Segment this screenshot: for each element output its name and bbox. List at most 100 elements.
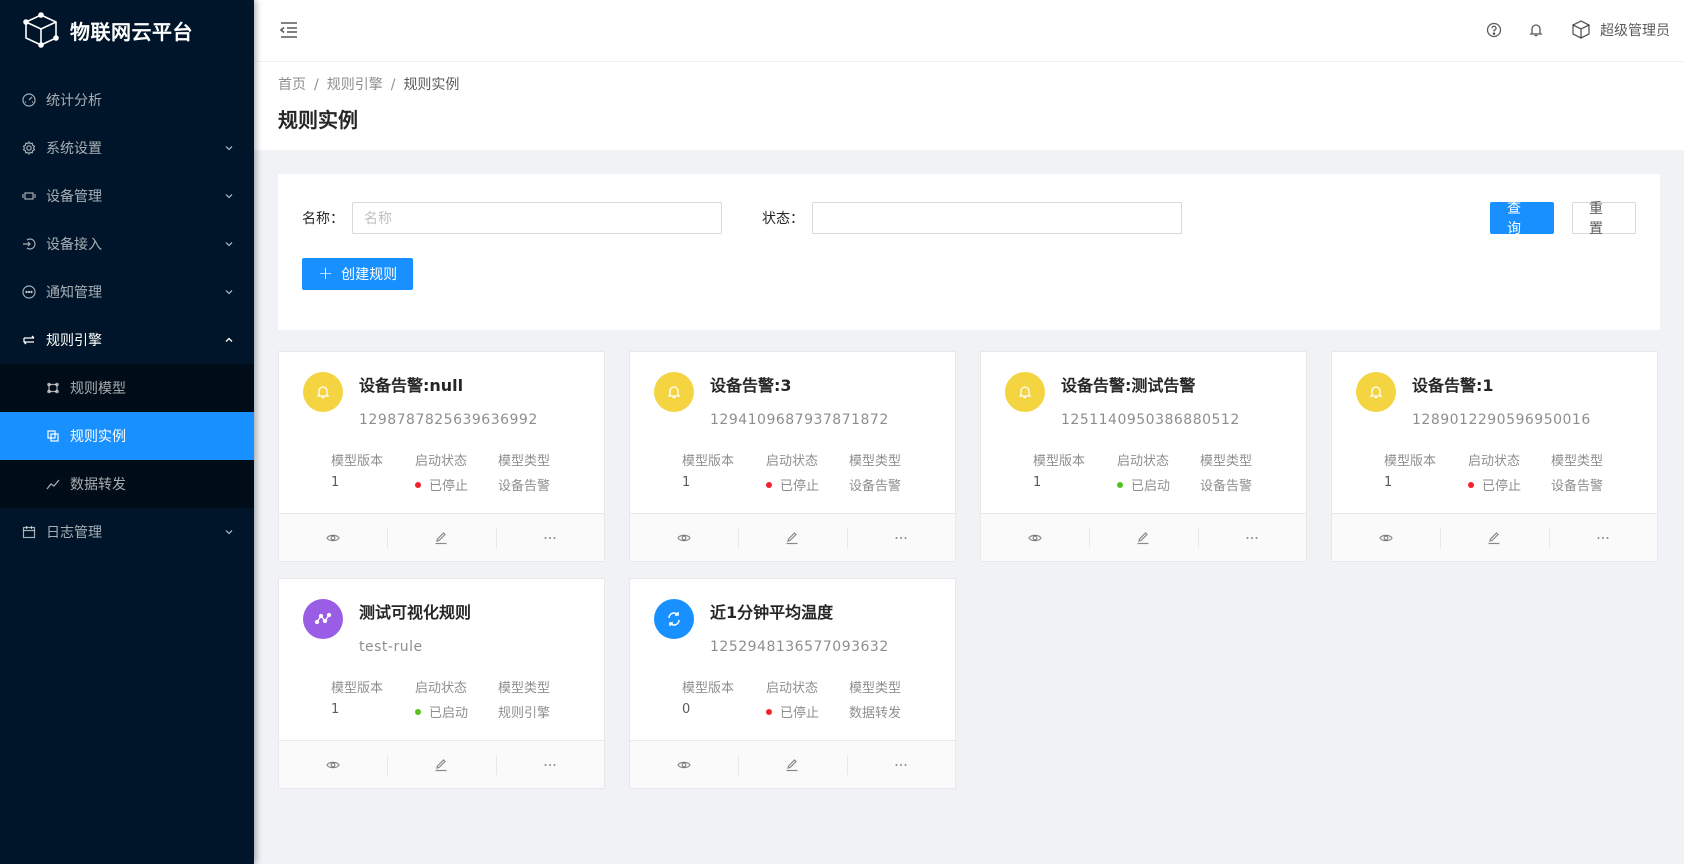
more-button[interactable] xyxy=(495,514,604,561)
sidebar-item-statistics[interactable]: 统计分析 xyxy=(0,76,254,124)
status-label: 状态： xyxy=(762,211,804,227)
sidebar-item-label: 规则模型 xyxy=(70,381,126,397)
reset-button[interactable]: 重 置 xyxy=(1572,201,1636,237)
question-circle-icon[interactable] xyxy=(1486,22,1502,38)
device-icon xyxy=(22,189,36,203)
view-button[interactable] xyxy=(981,514,1089,561)
sidebar-item-notification-management[interactable]: 通知管理 xyxy=(0,268,254,316)
meta-version-label: 模型版本 xyxy=(682,681,735,696)
rule-card-body: 设备告警:测试告警 1251140950386880512 模型版本 1 启动状… xyxy=(981,352,1306,514)
more-button[interactable] xyxy=(1197,514,1306,561)
meta-type-label: 模型类型 xyxy=(849,454,902,469)
meta-version: 模型版本 1 xyxy=(1033,450,1085,490)
rule-card-title[interactable]: 测试可视化规则 xyxy=(359,599,471,623)
meta-type: 模型类型 数据转发 xyxy=(849,677,901,721)
rule-card: 测试可视化规则 test-rule 模型版本 1 启动状态 已启动 模型类型 规… xyxy=(278,578,605,789)
sidebar-item-data-forwarding[interactable]: 数据转发 xyxy=(0,460,254,508)
meta-type-label: 模型类型 xyxy=(1200,454,1253,469)
rule-card: 设备告警:3 1294109687937871872 模型版本 1 启动状态 已… xyxy=(629,351,956,562)
rule-card-actions xyxy=(630,740,955,788)
meta-type-value: 设备告警 xyxy=(849,479,902,494)
breadcrumb-parent[interactable]: 规则引擎 xyxy=(327,77,383,93)
edit-button[interactable] xyxy=(738,514,846,561)
status-text: 已启动 xyxy=(429,706,469,721)
meta-status-label: 启动状态 xyxy=(766,681,819,696)
status-text: 已停止 xyxy=(780,479,820,494)
rule-card-body: 设备告警:1 1289012290596950016 模型版本 1 启动状态 已… xyxy=(1332,352,1657,514)
meta-type-label: 模型类型 xyxy=(849,681,902,696)
user-name: 超级管理员 xyxy=(1600,23,1670,39)
meta-version-label: 模型版本 xyxy=(331,681,384,696)
sidebar-item-log-management[interactable]: 日志管理 xyxy=(0,508,254,556)
meta-status-value: 已停止 xyxy=(766,475,819,494)
view-button[interactable] xyxy=(630,514,738,561)
status-field: 状态： xyxy=(762,202,1182,234)
status-dot xyxy=(415,481,421,488)
sidebar-item-rule-instance[interactable]: 规则实例 xyxy=(0,412,254,460)
user-avatar-icon xyxy=(1572,20,1590,39)
sidebar-item-device-management[interactable]: 设备管理 xyxy=(0,172,254,220)
status-select[interactable] xyxy=(812,202,1182,234)
more-button[interactable] xyxy=(846,741,955,788)
dashboard-icon xyxy=(22,93,36,107)
view-button[interactable] xyxy=(1332,514,1440,561)
eye-icon xyxy=(677,534,691,541)
page-header: 首页 / 规则引擎 / 规则实例 规则实例 xyxy=(254,62,1684,150)
query-button[interactable]: 查 询 xyxy=(1490,201,1554,237)
bell-icon[interactable] xyxy=(1528,22,1544,38)
meta-version: 模型版本 0 xyxy=(682,677,734,717)
logo[interactable]: 物联网云平台 xyxy=(0,0,254,60)
node-icon xyxy=(303,599,343,639)
bell-icon xyxy=(654,372,694,412)
view-button[interactable] xyxy=(630,741,738,788)
edit-button[interactable] xyxy=(1440,514,1548,561)
eye-icon xyxy=(1028,534,1042,541)
view-button[interactable] xyxy=(279,514,387,561)
sidebar-item-rule-engine[interactable]: 规则引擎 xyxy=(0,316,254,364)
view-button[interactable] xyxy=(279,741,387,788)
sidebar-item-device-access[interactable]: 设备接入 xyxy=(0,220,254,268)
meta-status-label: 启动状态 xyxy=(766,454,819,469)
sidebar-item-rule-model[interactable]: 规则模型 xyxy=(0,364,254,412)
name-input[interactable]: 名称 xyxy=(352,202,722,234)
model-icon xyxy=(46,381,60,395)
rule-card-title[interactable]: 设备告警:null xyxy=(359,372,463,396)
eye-icon xyxy=(1379,534,1393,541)
chevron-down-icon xyxy=(225,146,233,151)
swap-icon xyxy=(22,333,36,347)
rule-card-title[interactable]: 近1分钟平均温度 xyxy=(710,599,833,623)
chevron-down-icon xyxy=(225,530,233,535)
meta-status-value: 已停止 xyxy=(766,702,819,721)
user-menu[interactable]: 超级管理员 xyxy=(1570,19,1670,41)
bell-icon xyxy=(1356,372,1396,412)
rule-card-title[interactable]: 设备告警:3 xyxy=(710,372,792,396)
edit-button[interactable] xyxy=(387,514,495,561)
rule-card-title[interactable]: 设备告警:测试告警 xyxy=(1061,372,1195,396)
edit-button[interactable] xyxy=(387,741,495,788)
name-field: 名称： 名称 xyxy=(302,202,722,234)
rule-card-body: 设备告警:3 1294109687937871872 模型版本 1 启动状态 已… xyxy=(630,352,955,514)
menu-fold-icon[interactable] xyxy=(278,19,300,41)
meta-version: 模型版本 1 xyxy=(682,450,734,490)
rule-card-title[interactable]: 设备告警:1 xyxy=(1412,372,1494,396)
breadcrumb-home[interactable]: 首页 xyxy=(278,77,306,93)
create-rule-button[interactable]: + 创建规则 xyxy=(302,258,414,290)
meta-version: 模型版本 1 xyxy=(331,677,383,717)
meta-type: 模型类型 设备告警 xyxy=(1200,450,1252,494)
meta-status: 启动状态 已停止 xyxy=(415,450,468,494)
plus-icon: + xyxy=(318,263,334,284)
meta-version-label: 模型版本 xyxy=(682,454,735,469)
edit-button[interactable] xyxy=(1089,514,1197,561)
sidebar-item-label: 规则引擎 xyxy=(46,333,102,349)
meta-version-value: 1 xyxy=(1384,475,1393,490)
meta-type-value: 设备告警 xyxy=(1200,479,1253,494)
more-button[interactable] xyxy=(1548,514,1657,561)
sidebar-item-system-settings[interactable]: 系统设置 xyxy=(0,124,254,172)
create-rule-label: 创建规则 xyxy=(341,267,398,283)
ellipsis-icon xyxy=(1246,536,1258,539)
more-button[interactable] xyxy=(495,741,604,788)
more-button[interactable] xyxy=(846,514,955,561)
edit-button[interactable] xyxy=(738,741,846,788)
status-dot xyxy=(766,481,772,488)
edit-icon xyxy=(435,531,447,544)
